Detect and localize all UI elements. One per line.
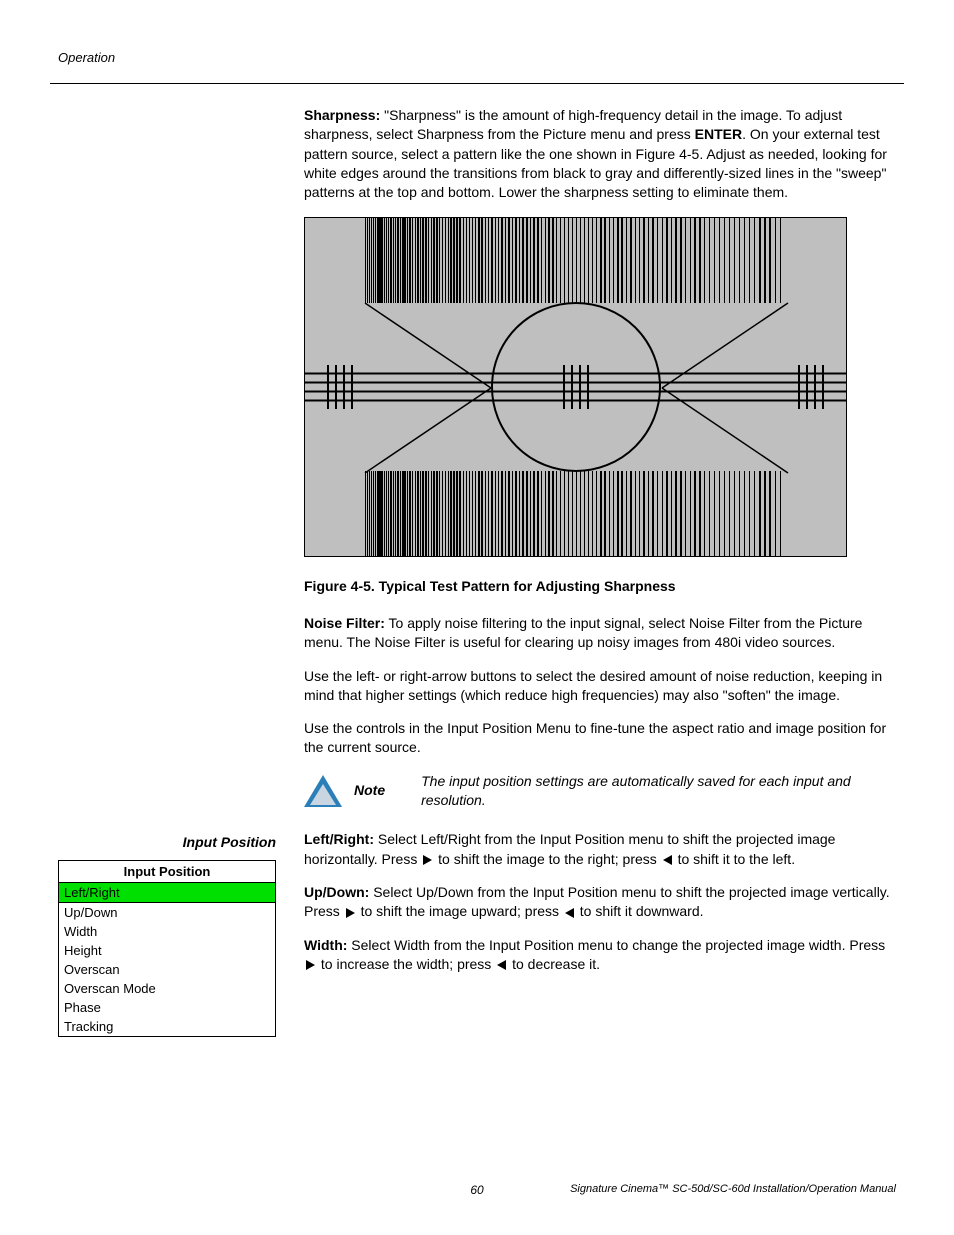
- arrow-right-icon: [423, 855, 432, 865]
- left-right-paragraph: Left/Right: Select Left/Right from the I…: [304, 830, 896, 869]
- menu-item-tracking[interactable]: Tracking: [59, 1017, 275, 1036]
- sharpness-paragraph: Sharpness: "Sharpness" is the amount of …: [304, 106, 896, 203]
- pattern-ticks-right: [798, 365, 824, 409]
- menu-item-phase[interactable]: Phase: [59, 998, 275, 1017]
- pattern-ticks-left: [327, 365, 353, 409]
- menu-item-width[interactable]: Width: [59, 922, 275, 941]
- arrow-left-icon: [565, 908, 574, 918]
- note-label: Note: [354, 781, 385, 800]
- left-right-label: Left/Right:: [304, 831, 374, 847]
- page-header-section: Operation: [58, 50, 896, 65]
- width-paragraph: Width: Select Width from the Input Posit…: [304, 936, 896, 975]
- menu-item-overscan-mode[interactable]: Overscan Mode: [59, 979, 275, 998]
- menu-item-height[interactable]: Height: [59, 941, 275, 960]
- sharpness-test-pattern: [304, 217, 847, 557]
- arrow-right-icon: [346, 908, 355, 918]
- menu-item-left-right[interactable]: Left/Right: [59, 883, 275, 903]
- footer-manual-title: Signature Cinema™ SC-50d/SC-60d Installa…: [570, 1183, 896, 1195]
- input-position-menu: Input Position Left/Right Up/Down Width …: [58, 860, 276, 1037]
- arrow-right-icon: [306, 960, 315, 970]
- up-down-label: Up/Down:: [304, 884, 369, 900]
- note-text: The input position settings are automati…: [421, 772, 896, 811]
- page-number: 60: [470, 1183, 483, 1197]
- arrow-left-icon: [497, 960, 506, 970]
- pattern-ticks-center: [563, 365, 589, 409]
- page-footer: 60 Signature Cinema™ SC-50d/SC-60d Insta…: [58, 1183, 896, 1195]
- arrow-left-icon: [663, 855, 672, 865]
- side-heading-input-position: Input Position: [58, 834, 276, 850]
- noise-filter-label: Noise Filter:: [304, 615, 385, 631]
- note-triangle-icon: [304, 775, 342, 807]
- header-rule: [50, 83, 904, 84]
- note-block: Note The input position settings are aut…: [304, 772, 896, 811]
- menu-title: Input Position: [59, 861, 275, 883]
- menu-item-up-down[interactable]: Up/Down: [59, 903, 275, 922]
- noise-filter-paragraph-2: Use the left- or right-arrow buttons to …: [304, 667, 896, 706]
- menu-item-overscan[interactable]: Overscan: [59, 960, 275, 979]
- width-label: Width:: [304, 937, 347, 953]
- figure-caption: Figure 4-5. Typical Test Pattern for Adj…: [304, 577, 896, 596]
- up-down-paragraph: Up/Down: Select Up/Down from the Input P…: [304, 883, 896, 922]
- sharpness-label: Sharpness:: [304, 107, 380, 123]
- input-position-intro: Use the controls in the Input Position M…: [304, 719, 896, 758]
- enter-key-label: ENTER: [695, 126, 742, 142]
- noise-filter-paragraph: Noise Filter: To apply noise filtering t…: [304, 614, 896, 653]
